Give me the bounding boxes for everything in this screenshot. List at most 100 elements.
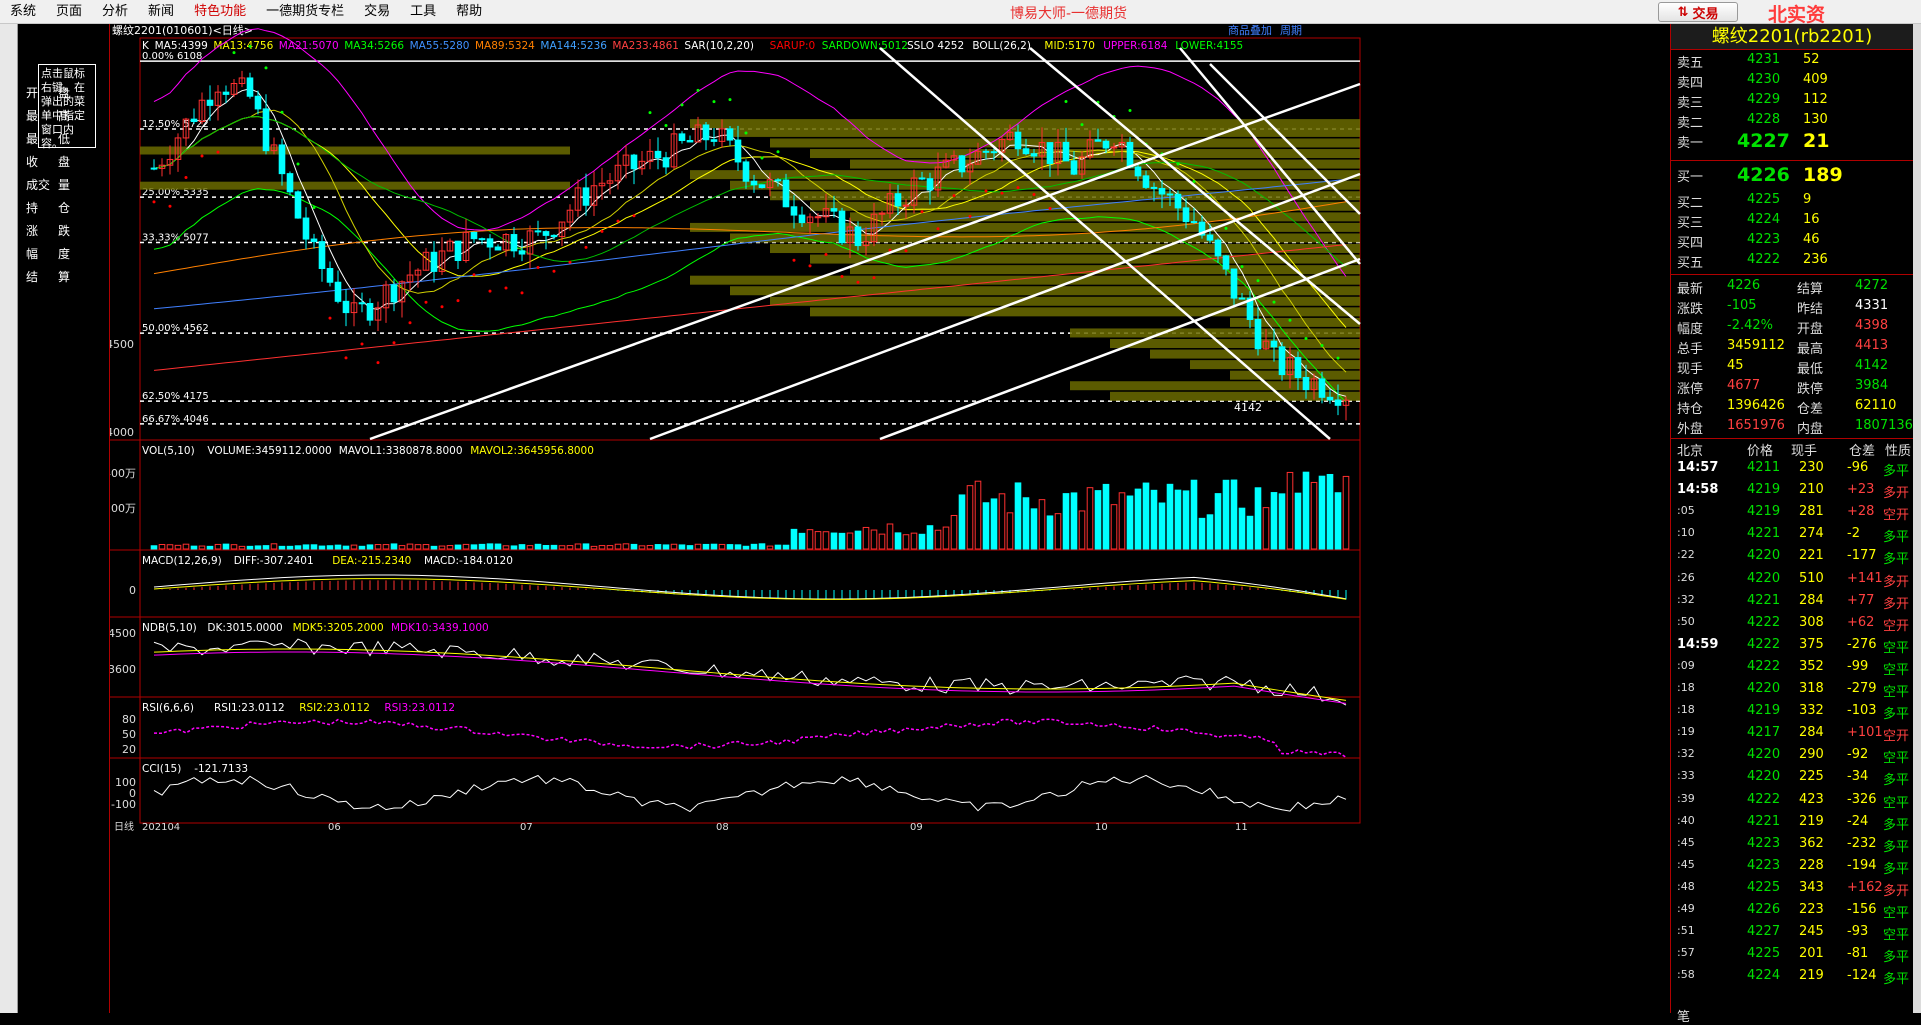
candle-body xyxy=(1014,131,1022,150)
volume-bar xyxy=(1230,479,1238,550)
stat-row: 持仓 1396426 仓差 62110 xyxy=(1677,398,1897,417)
fib-label: 62.50% 4175 xyxy=(142,391,209,402)
sar-dot xyxy=(312,206,316,210)
main-legend-item: MA13:4756 xyxy=(213,40,273,52)
candle-body xyxy=(854,226,862,247)
stat-row: 现手 45 最低 4142 xyxy=(1677,358,1889,377)
sar-dot xyxy=(808,264,812,268)
left-tool-strip[interactable] xyxy=(0,24,18,1013)
volume-bar xyxy=(262,545,270,550)
candle-body xyxy=(1102,140,1110,149)
app-title: 博易大师-一德期货 xyxy=(1010,6,1128,22)
sar-dot xyxy=(392,341,396,345)
bid-row: 买一 4226 189 xyxy=(1677,164,1843,186)
volume-bar xyxy=(150,545,158,550)
left-field-6[interactable]: 涨跌 xyxy=(26,222,70,242)
main-legend-item: MA89:5324 xyxy=(475,40,535,52)
sar-dot xyxy=(952,194,956,198)
bid-row: 买五 4222 236 xyxy=(1677,252,1828,271)
volume-profile-band xyxy=(730,180,1360,190)
left-field-4[interactable]: 成交量 xyxy=(26,176,70,196)
sar-dot xyxy=(1192,179,1196,183)
candle-body xyxy=(246,77,254,97)
volume-bar xyxy=(454,544,462,550)
left-field-5[interactable]: 持仓 xyxy=(26,199,70,219)
sar-dot xyxy=(1240,265,1244,269)
candle-body xyxy=(430,251,438,272)
left-field-3[interactable]: 收盘 xyxy=(26,153,70,173)
sar-dot xyxy=(776,150,780,154)
x-tick-label: 10 xyxy=(1095,822,1108,833)
candle-body xyxy=(286,173,294,193)
menu-item-4[interactable]: 特色功能 xyxy=(184,0,256,24)
volume-bar xyxy=(430,545,438,550)
x-tick-label: 08 xyxy=(716,822,729,833)
menu-item-7[interactable]: 工具 xyxy=(400,0,446,24)
sar-dot xyxy=(712,100,716,104)
sar-dot xyxy=(1080,123,1084,127)
menu-item-0[interactable]: 系统 xyxy=(0,0,46,24)
rsi-legend-item: RSI1:23.0112 xyxy=(214,702,285,714)
candle-body xyxy=(902,204,910,207)
left-field-8[interactable]: 结算 xyxy=(26,268,70,288)
candle-body xyxy=(662,157,670,168)
volume-bar xyxy=(1334,492,1342,550)
volume-profile-band xyxy=(850,159,1360,169)
volume-bar xyxy=(478,543,486,550)
sar-dot xyxy=(1064,100,1068,104)
x-tick-label: 11 xyxy=(1235,822,1248,833)
sar-dot xyxy=(984,189,988,193)
menu-item-1[interactable]: 页面 xyxy=(46,0,92,24)
volume-bar xyxy=(830,532,838,550)
left-field-0[interactable]: 开盘 xyxy=(26,84,70,104)
candle-body xyxy=(630,154,638,170)
left-field-7[interactable]: 幅度 xyxy=(26,245,70,265)
tick-row: :26 4220 510 +141 多开 xyxy=(1677,570,1910,590)
candle-body xyxy=(1326,396,1334,401)
candle-body xyxy=(150,167,158,170)
trade-button[interactable]: ⇅ 交易 xyxy=(1658,2,1738,22)
chart-area[interactable]: 螺纹2201(010601)<日线> 商品叠加 周期 K MA5:4399 MA13:47… xyxy=(110,24,1670,1013)
candle-body xyxy=(478,238,486,241)
menu-item-8[interactable]: 帮助 xyxy=(446,0,492,24)
fib-label: 66.67% 4046 xyxy=(142,414,209,425)
volume-bar xyxy=(1014,482,1022,550)
menu-item-6[interactable]: 交易 xyxy=(354,0,400,24)
candle-body xyxy=(302,217,310,240)
candle-body xyxy=(310,238,318,243)
volume-legend-item: MAVOL2:3645956.8000 xyxy=(470,445,594,457)
volume-bar xyxy=(1270,492,1278,550)
menu-bar: 系统 页面 分析 新闻 特色功能 一德期货专栏 交易 工具 帮助 xyxy=(0,0,1921,24)
menu-item-5[interactable]: 一德期货专栏 xyxy=(256,0,354,24)
sar-dot xyxy=(664,124,668,128)
candle-body xyxy=(1046,142,1054,165)
left-field-1[interactable]: 最高 xyxy=(26,107,70,127)
main-legend-item: MA233:4861 xyxy=(612,40,679,52)
trade-button-label: 交易 xyxy=(1692,6,1719,22)
candle-body xyxy=(550,234,558,238)
volume-bar xyxy=(702,543,710,550)
candle-body xyxy=(918,177,926,180)
candle-body xyxy=(742,161,750,182)
volume-tick: 200万 xyxy=(110,502,136,515)
candle-body xyxy=(318,241,326,270)
chart-symbol-line: 螺纹2201(010601)<日线> xyxy=(112,24,253,37)
kline-chart[interactable]: 螺纹2201(010601)<日线> 商品叠加 周期K MA5:4399 MA13:47… xyxy=(110,24,1670,1013)
sar-dot xyxy=(216,150,220,154)
volume-profile-band xyxy=(1070,328,1360,338)
sar-dot xyxy=(1176,162,1180,166)
left-info-panel: 点击鼠标右键，在弹出的菜单中指定窗口内容。 开盘最高最低收盘成交量持仓涨跌幅度结… xyxy=(18,24,110,1013)
volume-bar xyxy=(326,545,334,550)
tick-row: :45 4223 362 -232 多平 xyxy=(1677,835,1910,855)
left-field-2[interactable]: 最低 xyxy=(26,130,70,150)
ndb-legend-item: NDB(5,10) xyxy=(142,622,197,634)
main-legend-item: LOWER:4155 xyxy=(1175,40,1243,52)
right-scroll-strip[interactable] xyxy=(1913,24,1921,1013)
main-legend-item: SAR(10,2,20) xyxy=(684,40,754,52)
volume-bar xyxy=(630,543,638,550)
candle-body xyxy=(254,95,262,110)
sar-dot xyxy=(760,156,764,160)
menu-item-2[interactable]: 分析 xyxy=(92,0,138,24)
tick-row: :22 4220 221 -177 多平 xyxy=(1677,548,1910,568)
menu-item-3[interactable]: 新闻 xyxy=(138,0,184,24)
